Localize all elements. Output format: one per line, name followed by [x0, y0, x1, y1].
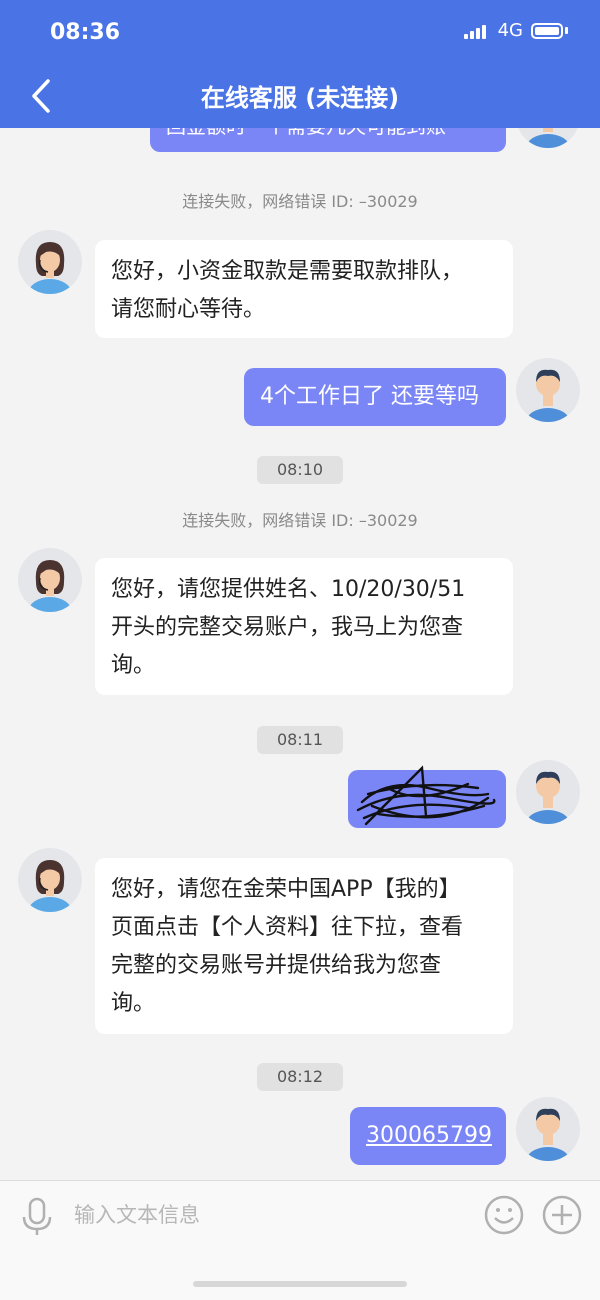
chat-list[interactable]: 回金额时一个需要几天可能到账 连接失败，网络错误 ID: –30029 您好，小… [0, 128, 600, 1180]
account-number-link[interactable]: 300065799 [366, 1117, 492, 1155]
time-divider: 08:10 [257, 456, 343, 484]
agent-message-line: 您好，请您在金荣中国APP【我的】 [111, 877, 461, 902]
agent-message-bubble[interactable]: 您好，请您提供姓名、10/20/30/51 开头的完整交易账户，我马上为您查 询… [95, 558, 513, 695]
user-message-bubble[interactable]: 回金额时一个需要几天可能到账 [150, 128, 506, 152]
time-divider: 08:11 [257, 726, 343, 754]
plus-icon [542, 1195, 582, 1235]
agent-message-line: 请您耐心等待。 [111, 297, 266, 322]
system-notice: 连接失败，网络错误 ID: –30029 [182, 192, 418, 211]
agent-message-line: 您好，请您提供姓名、10/20/30/51 [111, 577, 466, 602]
voice-button[interactable] [20, 1197, 54, 1237]
agent-avatar [18, 548, 82, 612]
emoji-icon [484, 1195, 524, 1235]
status-indicators: 4G [463, 20, 568, 41]
user-avatar [516, 358, 580, 422]
network-type: 4G [497, 20, 523, 41]
user-message-bubble[interactable] [348, 765, 506, 828]
agent-message-bubble[interactable]: 您好，小资金取款是需要取款排队， 请您耐心等待。 [95, 240, 513, 338]
header-bar: 08:36 4G 在线客服 (未连接) [0, 0, 600, 128]
page-title: 在线客服 (未连接) [200, 84, 400, 112]
time-divider: 08:12 [257, 1063, 343, 1091]
agent-message-line: 询。 [111, 991, 156, 1016]
system-notice: 连接失败，网络错误 ID: –30029 [182, 511, 418, 530]
user-avatar [516, 760, 580, 824]
user-message-bubble[interactable]: 4个工作日了 还要等吗 [244, 368, 506, 426]
user-message-text: 回金额时一个需要几天可能到账 [166, 128, 446, 145]
agent-avatar [18, 230, 82, 294]
user-message-bubble[interactable]: 300065799 [350, 1107, 506, 1165]
agent-message-line: 完整的交易账号并提供给我为您查 [111, 953, 442, 978]
microphone-icon [22, 1197, 52, 1235]
battery-icon [531, 22, 563, 39]
signal-icon [463, 23, 490, 39]
input-bar: 输入文本信息 [0, 1180, 600, 1300]
home-indicator[interactable] [193, 1281, 407, 1287]
agent-avatar [18, 848, 82, 912]
agent-message-line: 开头的完整交易账户，我马上为您查 [111, 615, 464, 640]
user-avatar [516, 1097, 580, 1161]
user-avatar [516, 128, 580, 148]
message-input[interactable]: 输入文本信息 [74, 1199, 200, 1229]
agent-message-line: 您好，小资金取款是需要取款排队， [111, 259, 464, 284]
more-button[interactable] [542, 1195, 582, 1235]
redaction-scribble [356, 765, 496, 826]
agent-message-line: 页面点击【个人资料】往下拉，查看 [111, 915, 464, 940]
status-time: 08:36 [50, 20, 121, 45]
agent-message-bubble[interactable]: 您好，请您在金荣中国APP【我的】 页面点击【个人资料】往下拉，查看 完整的交易… [95, 858, 513, 1034]
user-message-text: 4个工作日了 还要等吗 [260, 384, 479, 409]
agent-message-line: 询。 [111, 653, 156, 678]
emoji-button[interactable] [484, 1195, 524, 1235]
